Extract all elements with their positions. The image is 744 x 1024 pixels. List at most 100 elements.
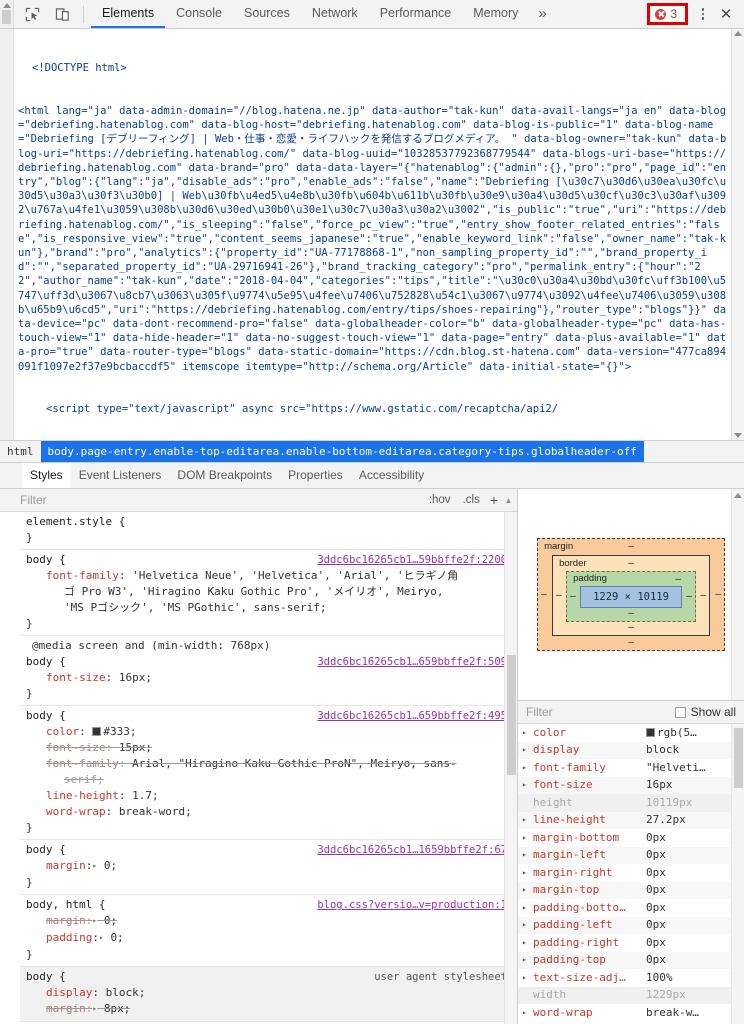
computed-value[interactable]: break-w… (646, 1006, 699, 1019)
computed-property[interactable]: font-size (533, 778, 646, 791)
css-rule[interactable]: body { 3ddc6bc16265cb1…59bbffe2f:2200 fo… (20, 550, 517, 636)
margin-right-value[interactable]: – (715, 589, 721, 600)
computed-row[interactable]: ▸ padding-botto… 0px (518, 899, 744, 917)
computed-value[interactable]: 0px (646, 901, 666, 914)
computed-row[interactable]: ▸ text-size-adj… 100% (518, 969, 744, 987)
computed-row[interactable]: ▸ word-wrap break-w… (518, 1004, 744, 1022)
expand-icon[interactable]: ▸ (522, 920, 533, 929)
css-rule[interactable]: body { 3ddc6bc16265cb1…659bbffe2f:495 co… (20, 706, 517, 840)
computed-value[interactable]: "Helveti… (646, 761, 706, 774)
device-toolbar-icon[interactable] (50, 2, 74, 26)
box-model-scrollbar[interactable] (731, 489, 744, 700)
border-top-value[interactable]: – (628, 559, 634, 569)
expand-icon[interactable]: ▸ (522, 955, 533, 964)
css-value[interactable]: 1.7; (132, 789, 159, 802)
tab-sources[interactable]: Sources (233, 0, 301, 28)
box-model-margin[interactable]: margin – – – – border – – – – padding – (537, 538, 725, 651)
css-selector[interactable]: body, html { (26, 897, 105, 913)
computed-value[interactable]: 27.2px (646, 813, 686, 826)
tab-elements[interactable]: Elements (91, 0, 166, 28)
computed-property[interactable]: word-wrap (533, 1006, 646, 1019)
css-value[interactable]: 0; (104, 859, 117, 872)
css-value[interactable]: break-word; (119, 805, 192, 818)
css-property[interactable]: margin (46, 914, 86, 927)
css-property[interactable]: padding (46, 931, 92, 944)
computed-scrollbar[interactable] (731, 724, 744, 1024)
computed-row[interactable]: ▸ padding-top 0px (518, 951, 744, 969)
css-value[interactable]: 8px; (104, 1002, 131, 1015)
css-rule[interactable]: @media screen and (min-width: 768px) bod… (20, 636, 517, 706)
css-declaration[interactable]: font-size: 16px; (26, 670, 517, 686)
computed-property[interactable]: padding-botto… (533, 901, 646, 914)
computed-property[interactable]: margin-right (533, 866, 646, 879)
border-right-value[interactable]: – (700, 590, 706, 601)
computed-value[interactable]: 100% (646, 971, 673, 984)
expand-icon[interactable]: ▸ (522, 1008, 533, 1017)
css-declaration[interactable]: line-height: 1.7; (26, 788, 517, 804)
devtools-main-menu-icon[interactable] (694, 8, 712, 20)
styles-filter-input[interactable]: Filter (20, 493, 423, 507)
computed-row[interactable]: ▸ margin-bottom 0px (518, 829, 744, 847)
css-value[interactable]: block; (106, 986, 146, 999)
css-selector[interactable]: body { (26, 708, 66, 724)
css-value[interactable]: 'Helvetica Neue', 'Helvetica', 'Arial', … (132, 569, 458, 582)
computed-property[interactable]: font-family (533, 761, 646, 774)
expand-shorthand-icon[interactable]: ▸ (92, 1001, 97, 1017)
css-value[interactable]: 16px; (119, 671, 152, 684)
computed-value[interactable]: 16px (646, 778, 673, 791)
computed-row[interactable]: ▸ color rgb(5… (518, 724, 744, 742)
expand-shorthand-icon[interactable]: ▸ (92, 913, 97, 929)
expand-icon[interactable]: ▸ (522, 973, 533, 982)
expand-icon[interactable]: ▸ (522, 763, 533, 772)
dom-tree-content[interactable]: <!DOCTYPE html> <html lang="ja" data-adm… (14, 29, 731, 440)
tab-performance[interactable]: Performance (369, 0, 463, 28)
dom-line[interactable]: <html lang="ja" data-admin-domain="//blo… (18, 104, 727, 374)
scroll-thumb[interactable] (2, 10, 11, 24)
computed-property[interactable]: margin-bottom (533, 831, 646, 844)
margin-bottom-value[interactable]: – (628, 638, 634, 648)
scroll-up-arrow-icon[interactable] (734, 31, 742, 36)
css-declaration[interactable]: margin:▸ 0; (26, 858, 517, 875)
styles-scroll-thumb[interactable] (507, 655, 516, 776)
more-tabs-button[interactable]: » (529, 0, 555, 28)
css-value[interactable]: #333; (103, 725, 136, 738)
styles-scroll-up-icon[interactable]: ▲ (502, 496, 515, 505)
computed-value[interactable]: 0px (646, 953, 666, 966)
computed-property[interactable]: color (533, 726, 646, 739)
computed-row[interactable]: ▸ display block (518, 741, 744, 759)
computed-property[interactable]: padding-top (533, 953, 646, 966)
css-declaration[interactable]: word-wrap: break-word; (26, 804, 517, 820)
computed-property[interactable]: margin-top (533, 883, 646, 896)
css-declaration[interactable]: font-family: 'Helvetica Neue', 'Helvetic… (26, 568, 517, 584)
css-declaration[interactable]: display: block; (26, 985, 517, 1001)
css-property[interactable]: margin (46, 1002, 86, 1015)
element-classes-button[interactable]: .cls (457, 494, 486, 506)
padding-left-value[interactable]: – (570, 591, 576, 602)
dom-tree-scrollbar[interactable] (731, 29, 744, 440)
computed-value[interactable]: 0px (646, 883, 666, 896)
expand-icon[interactable]: ▸ (522, 850, 533, 859)
border-bottom-value[interactable]: – (628, 623, 634, 633)
computed-value[interactable]: rgb(5… (646, 726, 697, 739)
css-origin-link[interactable]: 3ddc6bc16265cb1…1659bbffe2f:67 (317, 842, 517, 858)
css-origin-link[interactable]: 3ddc6bc16265cb1…659bbffe2f:509 (317, 654, 517, 670)
computed-value[interactable]: 0px (646, 848, 666, 861)
dom-line[interactable]: <!DOCTYPE html> (18, 61, 727, 75)
css-property[interactable]: line-height (46, 789, 119, 802)
margin-left-value[interactable]: – (541, 589, 547, 600)
breadcrumb-item-body[interactable]: body.page-entry.enable-top-editarea.enab… (40, 441, 644, 462)
css-selector[interactable]: body { (26, 654, 66, 670)
computed-property[interactable]: text-size-adj… (533, 971, 646, 984)
expand-icon[interactable]: ▸ (522, 885, 533, 894)
css-value[interactable]: 0; (110, 931, 123, 944)
tab-event-listeners[interactable]: Event Listeners (71, 463, 170, 488)
computed-value[interactable]: block (646, 743, 679, 756)
css-declaration-overridden[interactable]: margin:▸ 8px; (26, 1001, 517, 1018)
expand-icon[interactable]: ▸ (522, 728, 533, 737)
css-origin-link[interactable]: blog.css?versio…v=production:1 (317, 897, 517, 913)
toggle-element-state-button[interactable]: :hov (423, 494, 457, 506)
dom-line[interactable]: <script type="text/javascript" async src… (18, 402, 727, 416)
tab-properties[interactable]: Properties (280, 463, 351, 488)
computed-row[interactable]: ▸ font-size 16px (518, 776, 744, 794)
show-all-checkbox[interactable] (674, 706, 686, 718)
